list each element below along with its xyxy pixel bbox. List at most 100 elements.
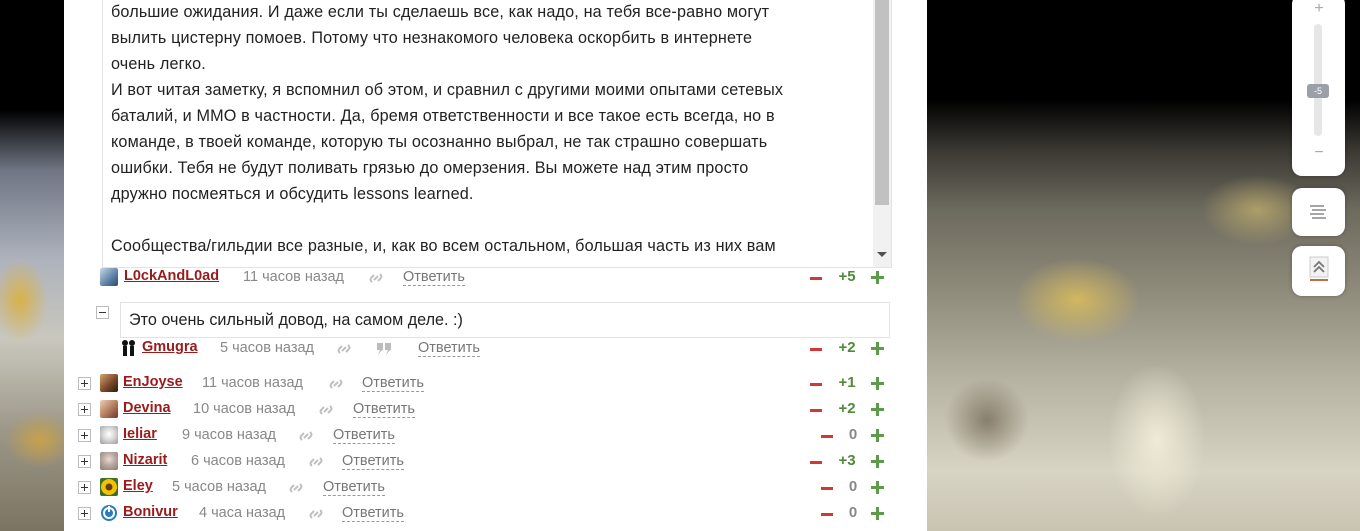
comment-score: 0 [848,478,858,495]
comment-author[interactable]: Gmugra [142,339,198,355]
comment-score: +5 [838,268,856,285]
quote-line: вылить цистерну помоев. Потому что незна… [111,29,753,47]
comment-time: 6 часов назад [191,453,286,469]
comment-author[interactable]: Bonivur [123,504,178,520]
expand-thread-button[interactable] [78,507,91,520]
vote-up-button[interactable] [871,342,884,355]
comment-meta-row: Eley 5 часов назад Ответить 0 [100,478,890,498]
link-icon[interactable] [298,428,314,444]
avatar[interactable] [100,478,118,496]
comment-author[interactable]: EnJoyse [123,374,183,390]
expand-thread-button[interactable] [78,403,91,416]
expand-thread-button[interactable] [78,455,91,468]
zoom-slider-track[interactable] [1314,24,1322,136]
expand-thread-button[interactable] [78,429,91,442]
vote-down-button[interactable] [810,277,822,280]
vote-down-button[interactable] [821,513,833,516]
comment-score: +3 [838,452,856,469]
vote-up-button[interactable] [871,377,884,390]
menu-control[interactable] [1292,188,1345,236]
comment-author[interactable]: L0ckAndL0ad [124,268,219,284]
scroll-down-arrow-icon[interactable] [877,252,887,257]
comment-author[interactable]: Devina [123,400,171,416]
expand-thread-button[interactable] [78,481,91,494]
menu-lines-icon[interactable] [1308,202,1328,222]
link-icon[interactable] [308,454,324,470]
avatar[interactable] [100,504,118,522]
link-icon[interactable] [336,341,352,357]
quote-line: Сообщества/гильдии все разные, и, как во… [111,237,776,255]
quote-line [111,207,861,233]
zoom-out-button[interactable]: − [1312,144,1326,162]
vote-up-button[interactable] [871,429,884,442]
link-icon[interactable] [288,480,304,496]
vote-up-button[interactable] [871,403,884,416]
quote-line: баталий, и ММО в частности. Да, бремя от… [111,107,775,125]
avatar[interactable] [100,268,118,286]
comment-time: 11 часов назад [243,269,344,285]
quote-line: дружно посмеяться и обсудить lessons lea… [111,185,474,203]
comment-meta-row: Ieliar 9 часов назад Ответить 0 [100,426,890,446]
vote-down-button[interactable] [810,461,822,464]
collapse-thread-button[interactable] [96,306,109,319]
quote-scrollbar-thumb[interactable] [875,0,889,205]
quote-line: И вот читая заметку, я вспомнил об этом,… [111,81,784,99]
link-icon[interactable] [368,270,384,286]
scroll-top-control[interactable] [1292,246,1345,296]
comment-score: 0 [848,426,858,443]
zoom-slider-handle[interactable]: -5 [1307,84,1329,98]
vote-down-button[interactable] [810,409,822,412]
reply-link[interactable]: Ответить [403,269,465,286]
vote-up-button[interactable] [871,455,884,468]
comment-meta-row: Nizarit 6 часов назад Ответить +3 [100,452,890,472]
vote-down-button[interactable] [810,348,822,351]
comment-time: 10 часов назад [193,401,296,417]
quote-line: очень легко. [111,55,206,73]
comment-time: 5 часов назад [220,340,315,356]
reply-link[interactable]: Ответить [333,427,395,444]
vote-down-button[interactable] [821,435,833,438]
comment-meta-row: Devina 10 часов назад Ответить +2 [100,400,890,420]
avatar[interactable] [100,374,118,392]
vote-up-button[interactable] [871,481,884,494]
quoted-comment-box[interactable]: большие ожидания. И даже если ты сделаеш… [102,0,892,268]
link-icon[interactable] [318,402,334,418]
comment-author[interactable]: Ieliar [123,426,157,442]
link-icon[interactable] [328,376,344,392]
quote-scrollbar[interactable] [873,0,891,267]
reply-link[interactable]: Ответить [418,340,480,357]
avatar[interactable] [120,339,138,357]
comment-time: 4 часа назад [199,505,286,521]
reply-link[interactable]: Ответить [353,401,415,418]
zoom-in-button[interactable]: + [1312,0,1326,18]
quote-icon[interactable] [376,341,392,357]
comment-author[interactable]: Eley [123,478,153,494]
reply-link[interactable]: Ответить [342,453,404,470]
background-art-left [0,0,64,531]
comment-author[interactable]: Nizarit [123,452,167,468]
expand-thread-button[interactable] [78,377,91,390]
quote-line: команде, в твоей команде, которую ты осо… [111,133,768,151]
reply-link[interactable]: Ответить [323,479,385,496]
avatar[interactable] [100,452,118,470]
reply-comment-text: Это очень сильный довод, на самом деле. … [129,311,463,329]
zoom-control: + -5 − [1292,0,1345,176]
comment-meta-row: EnJoyse 11 часов назад Ответить +1 [100,374,890,394]
scroll-top-icon[interactable] [1309,256,1329,282]
comment-meta-row: Bonivur 4 часа назад Ответить 0 [100,504,890,524]
avatar[interactable] [100,400,118,418]
vote-down-button[interactable] [810,383,822,386]
comment-score: +2 [838,339,856,356]
avatar[interactable] [100,426,118,444]
vote-up-button[interactable] [871,271,884,284]
quoted-comment-text: большие ожидания. И даже если ты сделаеш… [111,0,861,259]
reply-link[interactable]: Ответить [342,505,404,522]
vote-down-button[interactable] [821,487,833,490]
comment-score: +2 [838,400,856,417]
vote-up-button[interactable] [871,507,884,520]
reply-comment-box: Это очень сильный довод, на самом деле. … [120,302,890,338]
link-icon[interactable] [308,506,324,522]
comment-time: 5 часов назад [172,479,267,495]
reply-link[interactable]: Ответить [362,375,424,392]
quote-line: ошибки. Тебя не будут поливать грязью до… [111,159,749,177]
